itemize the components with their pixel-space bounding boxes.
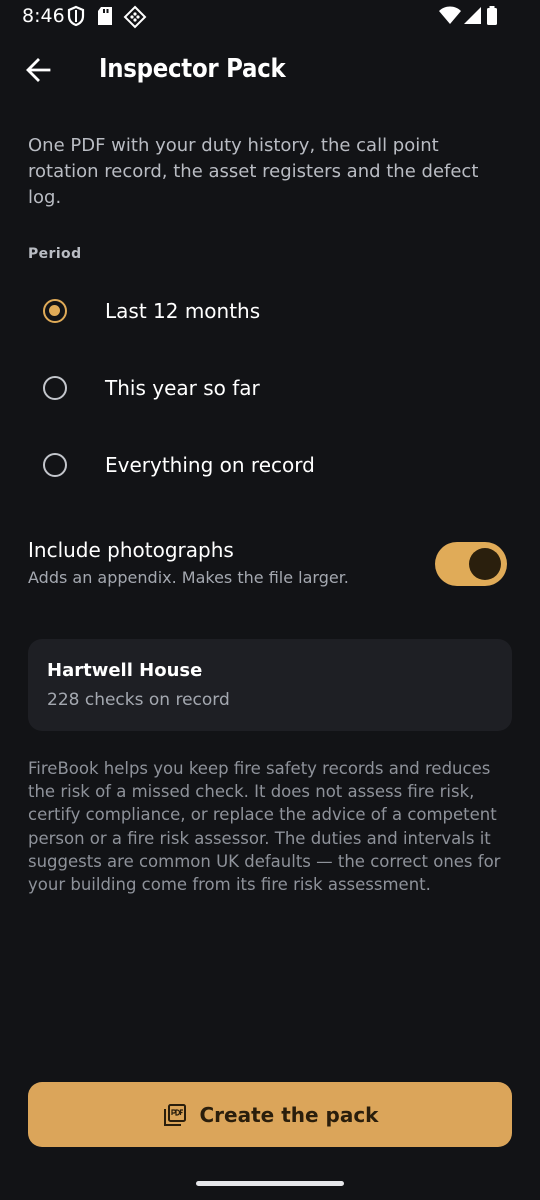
period-option-everything[interactable]: Everything on record [28,435,512,495]
create-pack-label: Create the pack [199,1102,379,1127]
toggle-thumb [469,548,501,580]
radio-button-selected[interactable] [43,299,67,323]
radio-button[interactable] [43,453,67,477]
pdf-icon [162,1102,188,1128]
period-option-label: This year so far [105,376,260,400]
page-title: Inspector Pack [99,54,286,84]
photographs-subtitle: Adds an appendix. Makes the file larger. [28,568,349,587]
radio-button[interactable] [43,376,67,400]
intro-text: One PDF with your duty history, the call… [28,135,479,208]
period-option-label: Last 12 months [105,299,261,323]
disclaimer-text: FireBook helps you keep fire safety reco… [28,759,501,895]
property-checks-count: 228 checks on record [47,690,230,710]
period-option-this-year[interactable]: This year so far [28,358,512,418]
create-pack-button[interactable]: Create the pack [28,1082,512,1147]
include-photographs-toggle[interactable] [435,542,507,586]
period-option-last-12-months[interactable]: Last 12 months [28,281,512,341]
property-card: Hartwell House 228 checks on record [28,639,512,731]
property-name: Hartwell House [47,660,203,681]
app-bar: Inspector Pack [0,40,540,104]
cellular-signal-icon [463,5,483,31]
photographs-title: Include photographs [28,538,234,562]
period-label: Period [28,246,82,262]
home-indicator[interactable] [196,1181,344,1186]
status-bar: 8:46 [0,0,540,34]
period-option-label: Everything on record [105,453,315,477]
shield-icon [66,5,86,31]
back-button[interactable] [18,52,58,92]
sd-card-icon [96,5,114,31]
status-time: 8:46 [22,5,65,27]
wifi-icon [438,5,462,31]
tap-icon [123,5,147,33]
arrow-left-icon [25,57,51,87]
battery-icon [486,5,498,31]
